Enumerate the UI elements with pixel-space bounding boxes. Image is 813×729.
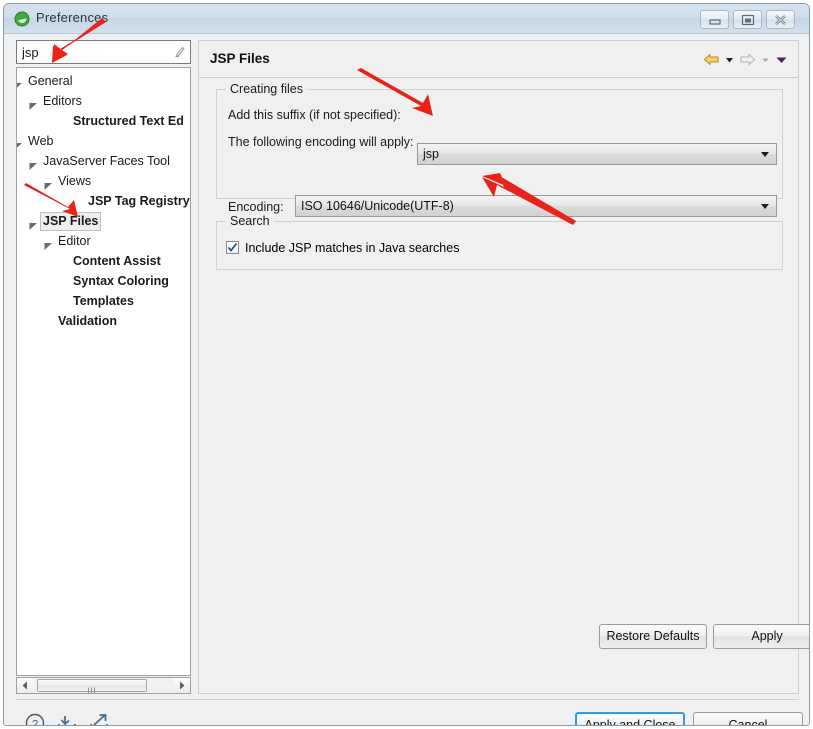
preferences-dialog: Preferences jsp General Editors Structur… bbox=[3, 3, 810, 726]
clear-filter-icon[interactable] bbox=[172, 44, 187, 59]
tree-item-label: Editor bbox=[58, 234, 91, 249]
scroll-left-icon[interactable] bbox=[17, 678, 33, 693]
tree-item-label: General bbox=[28, 74, 73, 89]
tree-item-label: Structured Text Ed bbox=[73, 114, 184, 129]
include-jsp-matches-label: Include JSP matches in Java searches bbox=[245, 241, 460, 255]
tree-item-label: Validation bbox=[58, 314, 118, 329]
page-title: JSP Files bbox=[210, 51, 270, 66]
encoding-combo-value: ISO 10646/Unicode(UTF-8) bbox=[301, 199, 454, 213]
apply-button[interactable]: Apply bbox=[713, 624, 809, 649]
tree-item-label: Views bbox=[58, 174, 92, 189]
creating-files-group-title: Creating files bbox=[226, 82, 307, 96]
encoding-note: The following encoding will apply: bbox=[228, 135, 414, 149]
preferences-tree[interactable]: General Editors Structured Text Ed Web JavaS… bbox=[16, 67, 191, 676]
tree-item-label: Templates bbox=[73, 294, 134, 309]
tree-item-label: Web bbox=[28, 134, 54, 149]
chevron-down-icon bbox=[761, 152, 769, 157]
svg-text:?: ? bbox=[32, 719, 38, 727]
tree-horizontal-scrollbar[interactable] bbox=[16, 677, 191, 694]
tree-item-label: Syntax Coloring bbox=[73, 274, 169, 289]
search-group: Search Include JSP matches in Java searc… bbox=[216, 214, 783, 270]
apply-and-close-button[interactable]: Apply and Close bbox=[575, 712, 685, 725]
tree-item[interactable]: Structured Text Ed bbox=[17, 111, 190, 131]
tree-item[interactable]: Web bbox=[17, 131, 190, 151]
tree-expand-icon[interactable] bbox=[44, 237, 53, 250]
forward-arrow-icon bbox=[739, 52, 756, 67]
tree-item-label: JSP Files bbox=[40, 212, 102, 232]
tree-item[interactable]: General bbox=[17, 71, 190, 91]
back-dropdown-icon[interactable] bbox=[724, 52, 735, 67]
title-bar: Preferences bbox=[4, 4, 809, 34]
content-header: JSP Files bbox=[199, 41, 798, 78]
tree-item[interactable]: Content Assist bbox=[17, 251, 190, 271]
tree-expand-icon[interactable] bbox=[29, 97, 38, 110]
tree-item-label: Content Assist bbox=[73, 254, 161, 269]
back-arrow-icon[interactable] bbox=[703, 52, 720, 67]
filter-field-wrapper bbox=[16, 40, 191, 64]
search-group-title: Search bbox=[226, 214, 274, 228]
import-preferences-icon[interactable] bbox=[56, 712, 78, 725]
include-jsp-matches-checkbox[interactable] bbox=[226, 241, 239, 254]
tree-expand-icon[interactable] bbox=[17, 137, 23, 148]
tree-item-label: JSP Tag Registry bbox=[88, 194, 190, 209]
scroll-thumb-grip-icon bbox=[87, 683, 98, 694]
tree-expand-icon[interactable] bbox=[17, 77, 23, 88]
content-pane: JSP Files Creating files Add this suffix… bbox=[198, 40, 809, 694]
filter-text-input[interactable] bbox=[16, 40, 191, 64]
tree-item[interactable]: Views bbox=[17, 171, 190, 191]
tree-item[interactable]: JSP Files bbox=[17, 211, 190, 232]
suffix-combo-value: jsp bbox=[423, 147, 439, 161]
encoding-label: Encoding: bbox=[228, 200, 284, 214]
chevron-down-icon bbox=[761, 204, 769, 209]
tree-item-label: JavaServer Faces Tool bbox=[43, 154, 170, 169]
tree-item[interactable]: JavaServer Faces Tool bbox=[17, 151, 190, 171]
encoding-combo[interactable]: ISO 10646/Unicode(UTF-8) bbox=[295, 195, 777, 217]
footer-divider bbox=[16, 699, 799, 700]
tree-item[interactable]: Syntax Coloring bbox=[17, 271, 190, 291]
creating-files-group: Creating files Add this suffix (if not s… bbox=[216, 82, 783, 241]
tree-expand-icon[interactable] bbox=[44, 177, 53, 190]
window-title: Preferences bbox=[36, 10, 109, 25]
export-preferences-icon[interactable] bbox=[88, 712, 110, 725]
suffix-label: Add this suffix (if not specified): bbox=[228, 108, 401, 122]
view-menu-icon[interactable] bbox=[775, 52, 788, 67]
scrollbar-thumb[interactable] bbox=[37, 679, 147, 694]
tree-items-container: General Editors Structured Text Ed Web JavaS… bbox=[17, 68, 190, 331]
tree-expand-icon[interactable] bbox=[29, 217, 38, 230]
navigation-toolbar bbox=[703, 50, 788, 68]
cancel-button[interactable]: Cancel bbox=[693, 712, 803, 725]
help-icon[interactable]: ? bbox=[24, 712, 46, 727]
dialog-body: General Editors Structured Text Ed Web JavaS… bbox=[4, 34, 809, 727]
tree-item[interactable]: JSP Tag Registry bbox=[17, 191, 190, 211]
suffix-combo[interactable]: jsp bbox=[417, 143, 777, 165]
maximize-button[interactable] bbox=[733, 10, 762, 29]
tree-item[interactable]: Validation bbox=[17, 311, 190, 331]
tree-item-label: Editors bbox=[43, 94, 82, 109]
close-button[interactable] bbox=[766, 10, 795, 29]
tree-expand-icon[interactable] bbox=[29, 157, 38, 170]
eclipse-logo-icon bbox=[14, 11, 30, 27]
minimize-button[interactable] bbox=[700, 10, 729, 29]
footer-icon-bar: ? bbox=[24, 712, 110, 727]
scroll-right-icon[interactable] bbox=[174, 678, 190, 693]
tree-item[interactable]: Editor bbox=[17, 231, 190, 251]
forward-dropdown-icon bbox=[760, 52, 771, 67]
tree-item[interactable]: Editors bbox=[17, 91, 190, 111]
restore-defaults-button[interactable]: Restore Defaults bbox=[599, 624, 707, 649]
tree-item[interactable]: Templates bbox=[17, 291, 190, 311]
